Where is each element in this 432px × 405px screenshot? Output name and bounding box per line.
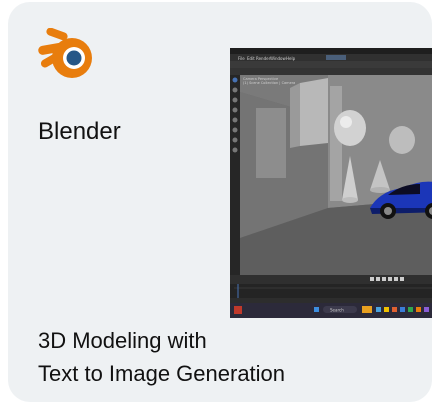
menu-item-render: Render bbox=[256, 56, 271, 61]
description-line-1: 3D Modeling with bbox=[38, 328, 207, 353]
blender-logo-icon bbox=[36, 27, 100, 84]
viewport-sublabel: (1) Scene Collection | Camera bbox=[243, 81, 295, 85]
blender-screenshot: File Edit Render Window Help Camera Pers… bbox=[230, 48, 432, 318]
app-card[interactable]: Blender File Edit Render Window Help Cam… bbox=[8, 2, 432, 402]
menu-item-edit: Edit bbox=[247, 56, 255, 61]
menu-bar: File Edit Render Window Help bbox=[238, 56, 296, 61]
menu-item-window: Window bbox=[270, 56, 287, 61]
app-title: Blender bbox=[38, 118, 121, 145]
app-description: 3D Modeling with Text to Image Generatio… bbox=[38, 324, 285, 390]
menu-item-help: Help bbox=[286, 56, 296, 61]
menu-item-file: File bbox=[238, 56, 245, 61]
taskbar-search-input: Search bbox=[330, 308, 344, 313]
description-line-2: Text to Image Generation bbox=[38, 361, 286, 386]
